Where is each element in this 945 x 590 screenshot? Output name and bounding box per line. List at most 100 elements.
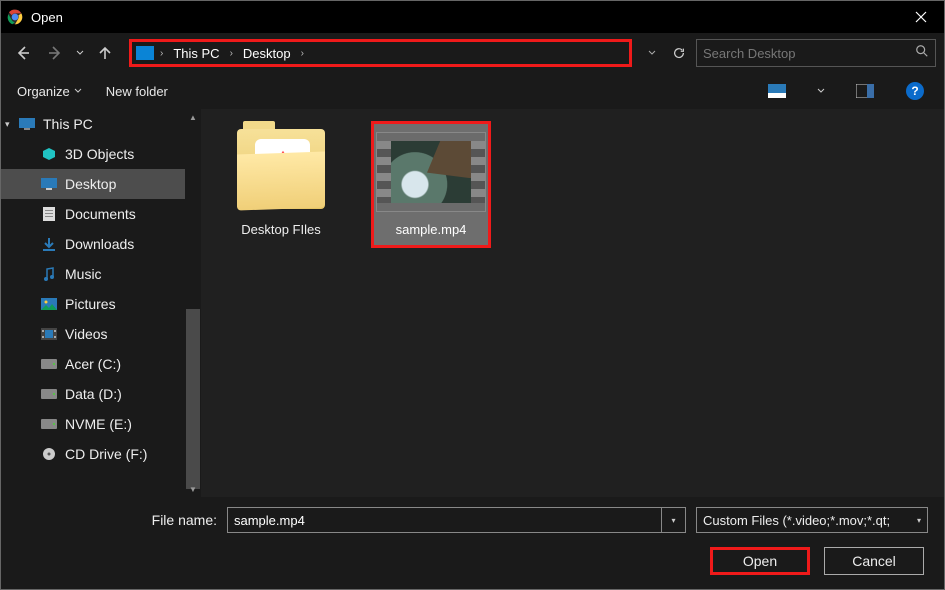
preview-pane-icon [856,84,874,98]
folder-thumbnail [234,121,329,216]
filetype-filter-label: Custom Files (*.video;*.mov;*.qt; [703,513,890,528]
chevron-down-icon [648,49,656,57]
open-button-label: Open [743,553,777,569]
tree-item-label: Acer (C:) [65,356,121,372]
organize-menu[interactable]: Organize [17,84,82,99]
cancel-button[interactable]: Cancel [824,547,924,575]
tree-item-cddrive[interactable]: CD Drive (F:) [1,439,201,469]
folder-item[interactable]: Desktop FIles [221,121,341,237]
tree-item-3dobjects[interactable]: 3D Objects [1,139,201,169]
tree-item-downloads[interactable]: Downloads [1,229,201,259]
filetype-filter-dropdown[interactable]: Custom Files (*.video;*.mov;*.qt; ▾ [696,507,928,533]
cancel-button-label: Cancel [852,553,896,569]
filename-row: File name: ▾ Custom Files (*.video;*.mov… [17,507,928,533]
video-item-selected[interactable]: sample.mp4 [371,121,491,248]
tree-item-label: CD Drive (F:) [65,446,147,462]
tree-item-label: 3D Objects [65,146,134,162]
tree-item-label: Videos [65,326,108,342]
chevron-down-icon [74,87,82,95]
sidebar: ▾ This PC 3D Objects Desktop Documents [1,109,201,497]
desktop-icon [41,176,57,192]
nav-tree: ▾ This PC 3D Objects Desktop Documents [1,109,201,497]
breadcrumb-folder[interactable]: Desktop [239,46,295,61]
drive-icon [41,356,57,372]
chevron-down-icon: ▾ [917,516,921,525]
pc-icon [19,116,35,132]
tree-item-label: NVME (E:) [65,416,132,432]
sidebar-scrollbar[interactable]: ▲ ▼ [185,109,201,497]
arrow-up-icon [97,45,113,61]
help-icon: ? [906,82,924,100]
address-dropdown[interactable] [642,46,692,60]
back-button[interactable] [9,39,37,67]
address-bar[interactable]: › This PC › Desktop › [129,39,632,67]
breadcrumb-root[interactable]: This PC [169,46,223,61]
new-folder-label: New folder [106,84,168,99]
open-button[interactable]: Open [710,547,810,575]
filename-label: File name: [17,512,227,528]
chrome-icon [7,9,23,25]
chevron-right-icon: › [299,48,306,59]
help-button[interactable]: ? [902,78,928,104]
tree-item-drive-e[interactable]: NVME (E:) [1,409,201,439]
tree-item-label: Data (D:) [65,386,122,402]
button-row: Open Cancel [17,547,928,575]
tree-item-label: Music [65,266,102,282]
view-mode-button[interactable] [764,78,790,104]
arrow-right-icon [47,45,63,61]
scroll-thumb[interactable] [186,309,200,489]
tree-root-thispc[interactable]: ▾ This PC [1,109,201,139]
arrow-left-icon [15,45,31,61]
titlebar: Open [1,1,944,33]
tree-item-music[interactable]: Music [1,259,201,289]
chevron-down-icon [817,87,825,95]
footer: File name: ▾ Custom Files (*.video;*.mov… [1,497,944,589]
tree-item-drive-c[interactable]: Acer (C:) [1,349,201,379]
cd-icon [41,446,57,462]
drive-icon [41,416,57,432]
video-item-label: sample.mp4 [396,222,467,237]
tree-item-label: Downloads [65,236,134,252]
close-icon [915,11,927,23]
chevron-down-icon: ▾ [671,516,675,525]
toolbar: Organize New folder ? [1,73,944,109]
filename-history-dropdown[interactable]: ▾ [662,507,686,533]
tree-item-pictures[interactable]: Pictures [1,289,201,319]
chevron-right-icon: › [228,48,235,59]
tree-item-drive-d[interactable]: Data (D:) [1,379,201,409]
filename-input[interactable] [227,507,662,533]
refresh-icon[interactable] [672,46,686,60]
scroll-down-icon[interactable]: ▼ [185,481,201,497]
organize-label: Organize [17,84,70,99]
preview-pane-button[interactable] [852,78,878,104]
scroll-up-icon[interactable]: ▲ [185,109,201,125]
tree-item-desktop[interactable]: Desktop [1,169,201,199]
tree-item-label: Documents [65,206,136,222]
search-box[interactable] [696,39,936,67]
chevron-right-icon: › [158,48,165,59]
forward-button[interactable] [41,39,69,67]
3dobjects-icon [41,146,57,162]
drive-icon [41,386,57,402]
view-dropdown[interactable] [814,78,828,104]
up-button[interactable] [91,39,119,67]
expand-icon[interactable]: ▾ [5,119,10,130]
search-icon[interactable] [915,44,929,63]
video-thumbnail [376,128,486,216]
navbar: › This PC › Desktop › [1,33,944,73]
tree-item-videos[interactable]: Videos [1,319,201,349]
tree-item-label: Pictures [65,296,116,312]
recent-dropdown[interactable] [73,39,87,67]
tree-item-documents[interactable]: Documents [1,199,201,229]
picture-icon [768,84,786,98]
videos-icon [41,326,57,342]
folder-item-label: Desktop FIles [241,222,320,237]
close-button[interactable] [898,1,944,33]
dialog-body: ▾ This PC 3D Objects Desktop Documents [1,109,944,497]
search-input[interactable] [703,46,915,61]
open-dialog: Open › This PC › Desktop › Organize [0,0,945,590]
new-folder-button[interactable]: New folder [106,84,168,99]
music-icon [41,266,57,282]
file-list[interactable]: Desktop FIles sample.mp4 [201,109,944,497]
tree-root-label: This PC [43,116,93,132]
